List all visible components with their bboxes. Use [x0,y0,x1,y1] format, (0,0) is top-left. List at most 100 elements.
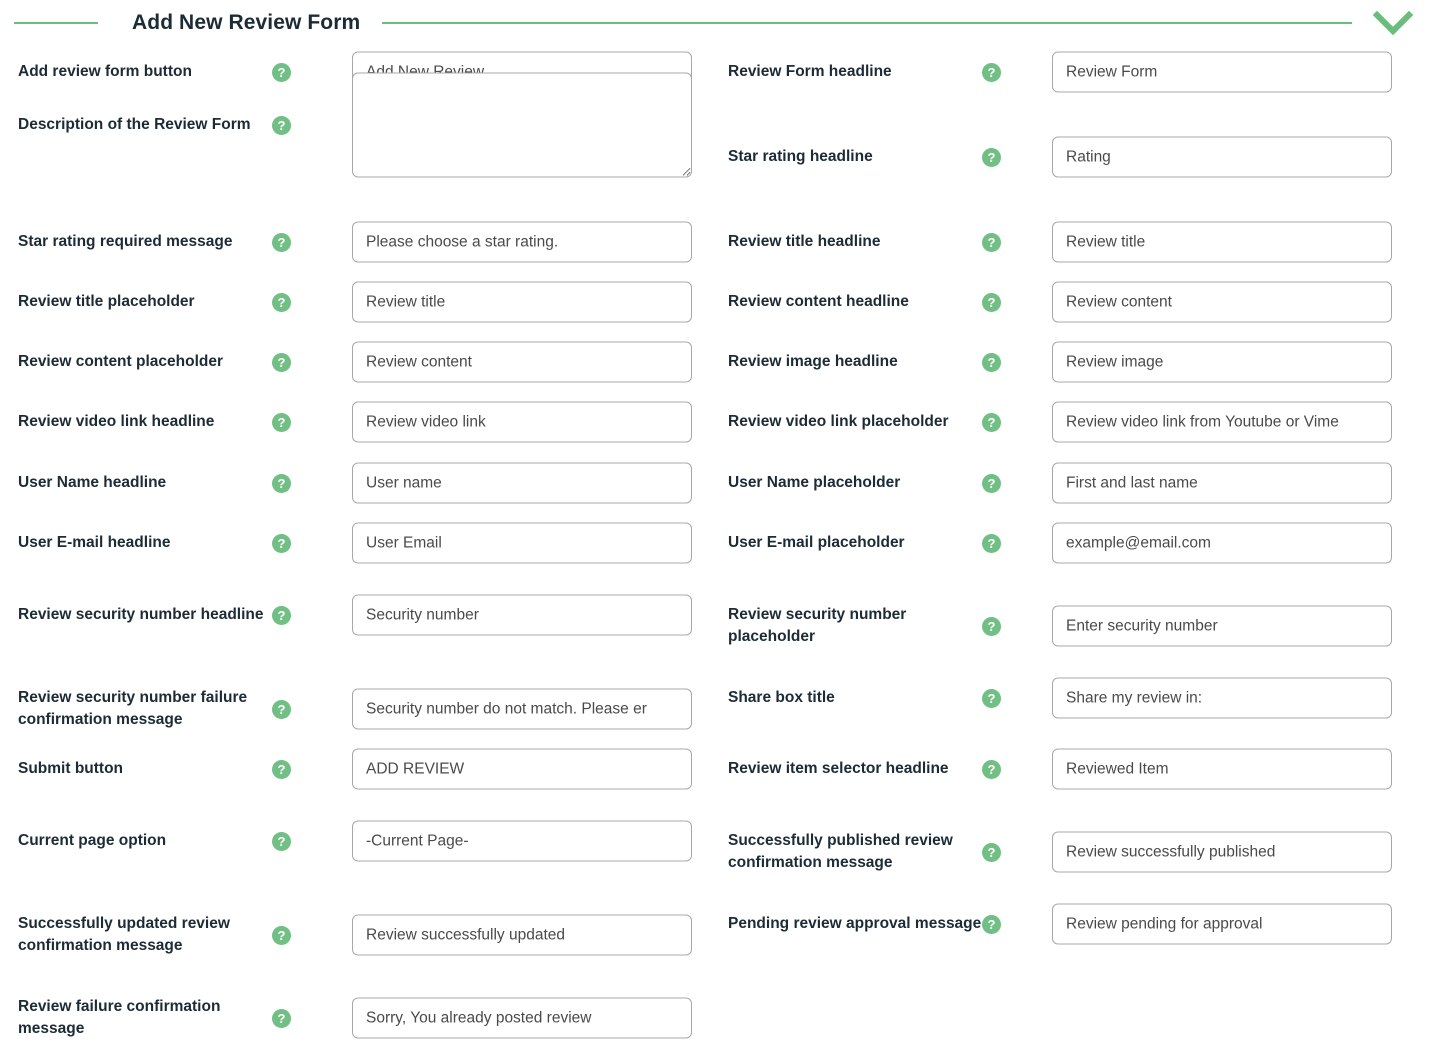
help-icon-share-box-title[interactable]: ? [982,688,1001,708]
input-submit-button[interactable] [352,748,692,790]
field-control [1052,51,1392,93]
help-icon-user-name-placeholder[interactable]: ? [982,473,1001,493]
input-user-name-placeholder[interactable] [1052,462,1392,504]
field-label-user-e-mail-headline: User E-mail headline [18,534,171,551]
field-row: Review title placeholder? [0,281,710,323]
help-icon-review-content-placeholder[interactable]: ? [272,352,291,372]
input-review-video-link-placeholder[interactable] [1052,401,1392,443]
field-label-review-security-number-placeholder: Review security number placeholder [728,606,907,646]
input-review-content-placeholder[interactable] [352,341,692,383]
field-label-review-item-selector-headline: Review item selector headline [728,760,949,777]
input-review-image-headline[interactable] [1052,341,1392,383]
input-review-title-placeholder[interactable] [352,281,692,323]
input-review-item-selector-headline[interactable] [1052,748,1392,790]
input-review-form-headline[interactable] [1052,51,1392,93]
field-label-share-box-title: Share box title [728,689,835,706]
help-icon-review-video-link-headline[interactable]: ? [272,412,291,432]
field-control [1052,341,1392,383]
help-icon-pending-review-approval-message[interactable]: ? [982,914,1001,934]
help-icon-user-e-mail-placeholder[interactable]: ? [982,533,1001,553]
help-icon-star-rating-headline[interactable]: ? [982,147,1001,167]
help-icon-add-review-form-button[interactable]: ? [272,62,291,82]
field-label-user-name-placeholder: User Name placeholder [728,474,901,491]
help-icon-review-content-headline[interactable]: ? [982,292,1001,312]
field-row: Successfully published review confirmati… [710,830,1430,875]
field-row: Review title headline? [710,221,1430,263]
field-label-successfully-published-review-confirmation-message: Successfully published review confirmati… [728,832,953,872]
field-row: Review security number failure confirmat… [0,687,710,732]
field-control [1052,605,1392,647]
field-label-star-rating-required-message: Star rating required message [18,233,233,250]
field-control [352,341,692,383]
help-icon-current-page-option[interactable]: ? [272,831,291,851]
field-label-review-security-number-failure-confirmation-message: Review security number failure confirmat… [18,689,248,729]
field-control [1052,831,1392,873]
field-label-review-title-placeholder: Review title placeholder [18,293,195,310]
input-share-box-title[interactable] [1052,677,1392,719]
input-review-failure-confirmation-message[interactable] [352,997,692,1039]
field-control [1052,522,1392,564]
chevron-down-icon[interactable] [1370,8,1416,38]
help-icon-review-item-selector-headline[interactable]: ? [982,759,1001,779]
input-review-title-headline[interactable] [1052,221,1392,263]
help-icon-review-security-number-headline[interactable]: ? [272,605,291,625]
help-icon-submit-button[interactable]: ? [272,759,291,779]
field-label-review-form-headline: Review Form headline [728,63,892,80]
input-current-page-option[interactable] [352,820,692,862]
input-review-video-link-headline[interactable] [352,401,692,443]
field-row: Review security number headline? [0,594,710,636]
input-review-security-number-headline[interactable] [352,594,692,636]
header-rule-right [382,22,1352,24]
help-icon-user-name-headline[interactable]: ? [272,473,291,493]
field-control [352,281,692,323]
help-icon-user-e-mail-headline[interactable]: ? [272,533,291,553]
help-icon-review-failure-confirmation-message[interactable]: ? [272,1008,291,1028]
field-control [1052,903,1392,945]
help-icon-successfully-published-review-confirmation-message[interactable]: ? [982,842,1001,862]
help-icon-review-security-number-failure-confirmation-message[interactable]: ? [272,699,291,719]
input-user-name-headline[interactable] [352,462,692,504]
input-user-e-mail-headline[interactable] [352,522,692,564]
field-label-review-failure-confirmation-message: Review failure confirmation message [18,998,221,1038]
page-title: Add New Review Form [132,11,361,34]
field-row: Star rating headline? [710,136,1430,178]
field-row: Review security number placeholder? [710,604,1430,649]
help-icon-review-title-headline[interactable]: ? [982,232,1001,252]
field-row: Review item selector headline? [710,748,1430,790]
field-row: Review image headline? [710,341,1430,383]
input-user-e-mail-placeholder[interactable] [1052,522,1392,564]
field-row: Review failure confirmation message? [0,996,710,1041]
help-icon-successfully-updated-review-confirmation-message[interactable]: ? [272,925,291,945]
field-row: User Name placeholder? [710,462,1430,504]
field-label-review-content-headline: Review content headline [728,293,909,310]
field-row: Review content headline? [710,281,1430,323]
input-star-rating-headline[interactable] [1052,136,1392,178]
input-review-content-headline[interactable] [1052,281,1392,323]
field-control [1052,136,1392,178]
field-row: Pending review approval message? [710,903,1430,945]
input-review-security-number-failure-confirmation-message[interactable] [352,688,692,730]
field-label-review-title-headline: Review title headline [728,233,881,250]
help-icon-star-rating-required-message[interactable]: ? [272,232,291,252]
field-row: Description of the Review Form? [0,72,710,178]
field-label-add-review-form-button: Add review form button [18,63,192,80]
help-icon-review-security-number-placeholder[interactable]: ? [982,616,1001,636]
help-icon-review-image-headline[interactable]: ? [982,352,1001,372]
input-successfully-updated-review-confirmation-message[interactable] [352,914,692,956]
input-star-rating-required-message[interactable] [352,221,692,263]
field-label-review-content-placeholder: Review content placeholder [18,353,223,370]
field-row: Review video link placeholder? [710,401,1430,443]
field-control [352,401,692,443]
help-icon-review-video-link-placeholder[interactable]: ? [982,412,1001,432]
section-header: Add New Review Form [0,0,1430,46]
field-label-submit-button: Submit button [18,760,124,777]
help-icon-review-title-placeholder[interactable]: ? [272,292,291,312]
help-icon-review-form-headline[interactable]: ? [982,62,1001,82]
input-description-of-the-review-form[interactable] [352,72,692,178]
field-row: Review Form headline? [710,51,1430,93]
help-icon-description-of-the-review-form[interactable]: ? [272,115,291,135]
input-successfully-published-review-confirmation-message[interactable] [1052,831,1392,873]
input-pending-review-approval-message[interactable] [1052,903,1392,945]
input-review-security-number-placeholder[interactable] [1052,605,1392,647]
field-row: Share box title? [710,677,1430,719]
